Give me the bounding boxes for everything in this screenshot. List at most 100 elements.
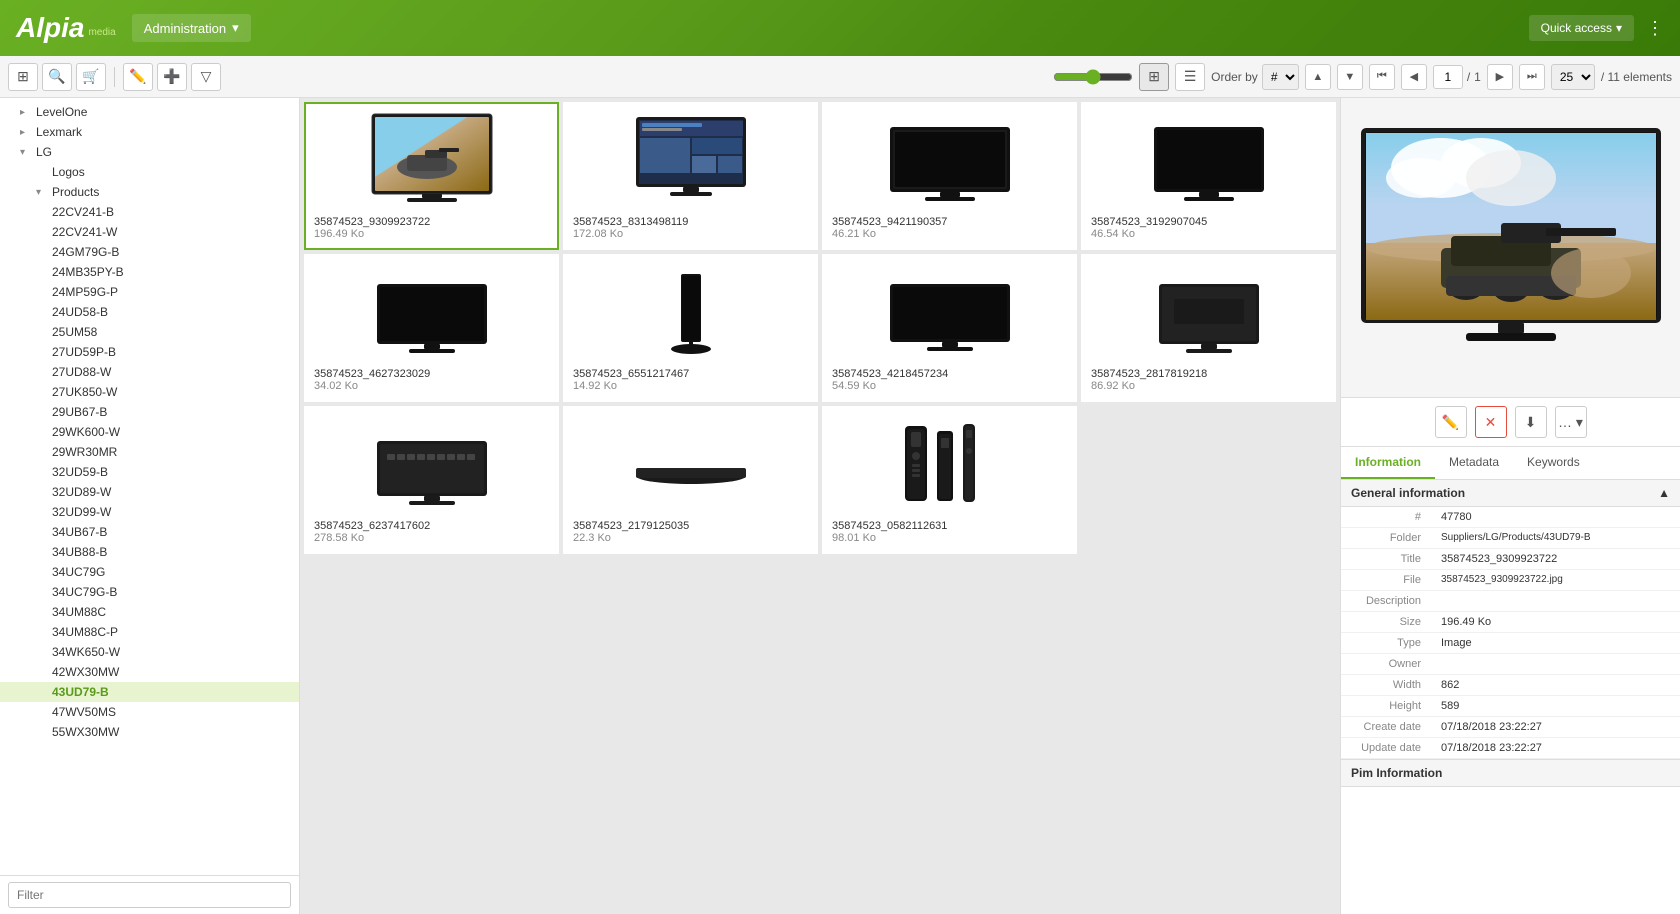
sidebar-item-29wk600w[interactable]: 29WK600-W: [0, 422, 299, 442]
34uc79gb-label: 34UC79G-B: [52, 585, 117, 599]
sidebar-item-24mp59gp[interactable]: 24MP59G-P: [0, 282, 299, 302]
first-page-button[interactable]: ⏮: [1369, 64, 1395, 90]
sidebar-item-32ud59b[interactable]: 32UD59-B: [0, 462, 299, 482]
sidebar-item-34wk650w[interactable]: 34WK650-W: [0, 642, 299, 662]
per-page-select[interactable]: 25: [1551, 64, 1595, 90]
order-by-label: Order by: [1211, 70, 1258, 84]
height-value: 589: [1431, 696, 1680, 717]
page-separator: /: [1467, 70, 1470, 84]
page-input[interactable]: [1433, 65, 1463, 89]
list-view-toggle[interactable]: ☰: [1175, 63, 1205, 91]
order-by-select[interactable]: #: [1262, 64, 1299, 90]
add-button[interactable]: ➕: [157, 63, 187, 91]
sidebar-item-34uc79g[interactable]: 34UC79G: [0, 562, 299, 582]
preview-area: [1341, 98, 1680, 398]
tab-information[interactable]: Information: [1341, 447, 1435, 479]
sidebar-item-24ud58b[interactable]: 24UD58-B: [0, 302, 299, 322]
update-date-label: Update date: [1341, 738, 1431, 759]
grid-item-8[interactable]: 35874523_2817819218 86.92 Ko: [1081, 254, 1336, 402]
sidebar-item-24gm79gb[interactable]: 24GM79G-B: [0, 242, 299, 262]
info-row-height: Height 589: [1341, 696, 1680, 717]
edit-button[interactable]: ✏️: [123, 63, 153, 91]
tab-keywords[interactable]: Keywords: [1513, 447, 1594, 479]
last-page-button[interactable]: ⏭: [1519, 64, 1545, 90]
grid-item-5[interactable]: 35874523_4627323029 34.02 Ko: [304, 254, 559, 402]
tab-keywords-label: Keywords: [1527, 455, 1580, 469]
more-actions-button[interactable]: … ▾: [1555, 406, 1587, 438]
grid-item-5-image: [314, 264, 549, 364]
sidebar-item-32ud89w[interactable]: 32UD89-W: [0, 482, 299, 502]
sidebar-item-29ub67b[interactable]: 29UB67-B: [0, 402, 299, 422]
administration-label: Administration: [144, 21, 226, 36]
grid-item-1[interactable]: 35874523_9309923722 196.49 Ko: [304, 102, 559, 250]
29ub67b-label: 29UB67-B: [52, 405, 107, 419]
grid-item-6[interactable]: 35874523_6551217467 14.92 Ko: [563, 254, 818, 402]
sidebar-item-34um88cp[interactable]: 34UM88C-P: [0, 622, 299, 642]
grid-item-7[interactable]: 35874523_4218457234 54.59 Ko: [822, 254, 1077, 402]
sidebar-item-logos[interactable]: Logos: [0, 162, 299, 182]
sidebar-item-27ud59pb[interactable]: 27UD59P-B: [0, 342, 299, 362]
edit-image-button[interactable]: ✏️: [1435, 406, 1467, 438]
sort-asc-button[interactable]: ▲: [1305, 64, 1331, 90]
29wr30mr-label: 29WR30MR: [52, 445, 117, 459]
sidebar-item-22cv241b[interactable]: 22CV241-B: [0, 202, 299, 222]
quick-access-button[interactable]: Quick access ▾: [1529, 15, 1634, 41]
sidebar-item-levelone[interactable]: LevelOne: [0, 102, 299, 122]
grid-item-10-info: 35874523_2179125035 22.3 Ko: [573, 516, 808, 544]
grid-item-10[interactable]: 35874523_2179125035 22.3 Ko: [563, 406, 818, 554]
download-image-button[interactable]: ⬇: [1515, 406, 1547, 438]
grid-item-4-title: 35874523_3192907045: [1091, 216, 1326, 228]
filter-input[interactable]: [8, 882, 291, 908]
header-more-button[interactable]: ⋮: [1646, 18, 1664, 39]
logo: Alpia media: [16, 12, 116, 44]
cart-button[interactable]: 🛒: [76, 63, 106, 91]
sidebar-item-32ud99w[interactable]: 32UD99-W: [0, 502, 299, 522]
sidebar-item-34um88c[interactable]: 34UM88C: [0, 602, 299, 622]
grid-item-4[interactable]: 35874523_3192907045 46.54 Ko: [1081, 102, 1336, 250]
sidebar-item-43ud79b[interactable]: 43UD79-B: [0, 682, 299, 702]
34ub67b-label: 34UB67-B: [52, 525, 107, 539]
sidebar-item-24mb35pyb[interactable]: 24MB35PY-B: [0, 262, 299, 282]
search-button[interactable]: 🔍: [42, 63, 72, 91]
sidebar-item-25um58[interactable]: 25UM58: [0, 322, 299, 342]
grid-view-toggle[interactable]: ⊞: [1139, 63, 1169, 91]
sidebar-item-products[interactable]: Products: [0, 182, 299, 202]
grid-item-11-info: 35874523_0582112631 98.01 Ko: [832, 516, 1067, 544]
grid-item-2[interactable]: 35874523_8313498119 172.08 Ko: [563, 102, 818, 250]
zoom-slider[interactable]: [1053, 69, 1133, 85]
sidebar-item-42wx30mw[interactable]: 42WX30MW: [0, 662, 299, 682]
tab-metadata[interactable]: Metadata: [1435, 447, 1513, 479]
sidebar-item-47wv50ms[interactable]: 47WV50MS: [0, 702, 299, 722]
prev-page-button[interactable]: ◀: [1401, 64, 1427, 90]
sidebar-item-29wr30mr[interactable]: 29WR30MR: [0, 442, 299, 462]
sidebar-item-22cv241w[interactable]: 22CV241-W: [0, 222, 299, 242]
page-info: / 1: [1433, 65, 1481, 89]
sidebar-item-lg[interactable]: LG: [0, 142, 299, 162]
create-date-value: 07/18/2018 23:22:27: [1431, 717, 1680, 738]
administration-menu-button[interactable]: Administration ▾: [132, 14, 251, 42]
sidebar-item-55wx30mw[interactable]: 55WX30MW: [0, 722, 299, 742]
sidebar-item-27ud88w[interactable]: 27UD88-W: [0, 362, 299, 382]
monitor-svg-10: [626, 416, 756, 516]
sidebar-item-lexmark[interactable]: Lexmark: [0, 122, 299, 142]
grid-item-2-image: [573, 112, 808, 212]
lg-arrow-icon: [20, 147, 32, 158]
sort-desc-button[interactable]: ▼: [1337, 64, 1363, 90]
grid-item-7-size: 54.59 Ko: [832, 380, 1067, 392]
tabs: Information Metadata Keywords: [1341, 447, 1680, 480]
quick-access-chevron-icon: ▾: [1616, 21, 1622, 35]
sidebar-item-34ub88b[interactable]: 34UB88-B: [0, 542, 299, 562]
filter-button[interactable]: ▽: [191, 63, 221, 91]
panel-content: General information ▲ # 47780 Folder Sup…: [1341, 480, 1680, 914]
next-page-button[interactable]: ▶: [1487, 64, 1513, 90]
sidebar-item-34uc79gb[interactable]: 34UC79G-B: [0, 582, 299, 602]
grid-item-3[interactable]: 35874523_9421190357 46.21 Ko: [822, 102, 1077, 250]
folder-value: Suppliers/LG/Products/43UD79-B: [1431, 528, 1680, 549]
sidebar-item-34ub67b[interactable]: 34UB67-B: [0, 522, 299, 542]
grid-item-11[interactable]: 35874523_0582112631 98.01 Ko: [822, 406, 1077, 554]
32ud59b-label: 32UD59-B: [52, 465, 108, 479]
sidebar-item-27uk850w[interactable]: 27UK850-W: [0, 382, 299, 402]
grid-view-button[interactable]: ⊞: [8, 63, 38, 91]
delete-image-button[interactable]: ✕: [1475, 406, 1507, 438]
grid-item-9[interactable]: 35874523_6237417602 278.58 Ko: [304, 406, 559, 554]
